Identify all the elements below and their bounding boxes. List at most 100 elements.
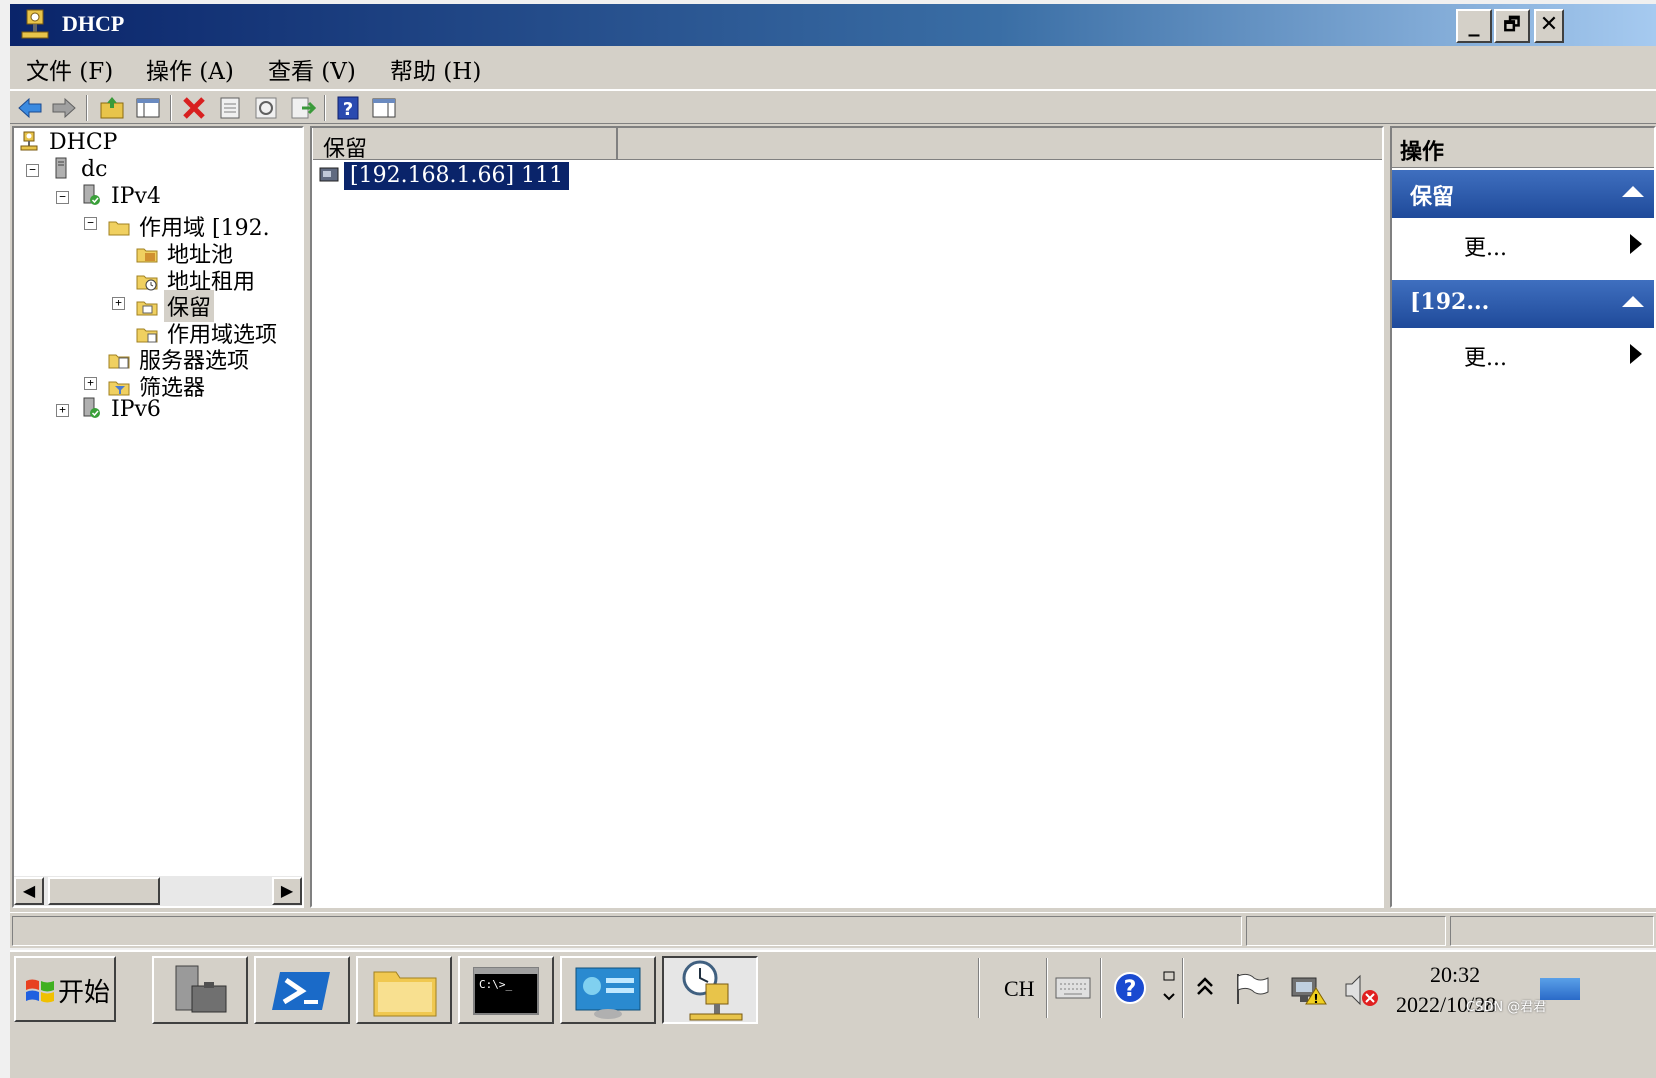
svg-text:?: ? xyxy=(1124,977,1137,1002)
watermark: CSDN @君君 xyxy=(1466,1000,1547,1015)
tree-node-reservations[interactable]: 保留 xyxy=(136,290,215,322)
toolbar: ? xyxy=(10,90,1656,124)
folder-icon xyxy=(373,971,437,1017)
taskbar-server-manager[interactable] xyxy=(152,956,248,1024)
control-panel-icon xyxy=(575,967,641,1019)
help-circle-icon[interactable]: ? xyxy=(1112,970,1148,1006)
expander-dc[interactable]: − xyxy=(26,164,39,177)
tree-node-scope-options[interactable]: 作用域选项 xyxy=(136,317,280,348)
show-hidden-icons-icon[interactable] xyxy=(1194,974,1216,1002)
server-options-icon xyxy=(108,354,130,369)
svg-text:!: ! xyxy=(1313,992,1318,1006)
taskbar-dhcp[interactable] xyxy=(662,956,758,1024)
windows-logo-icon xyxy=(26,979,54,1003)
submenu-arrow-icon xyxy=(1630,344,1642,364)
tree-node-scope[interactable]: 作用域 [192. xyxy=(108,210,273,241)
dhcp-taskbar-icon xyxy=(682,960,743,1021)
language-indicator[interactable]: CH xyxy=(1004,976,1035,1002)
scroll-thumb[interactable] xyxy=(48,877,160,905)
command-prompt-icon: C:\>_ xyxy=(473,967,539,1015)
properties-icon[interactable] xyxy=(216,94,244,122)
expander-scope[interactable]: − xyxy=(84,217,97,230)
restore-button[interactable]: 🗗 xyxy=(1494,9,1530,43)
actions-header: 操作 xyxy=(1392,128,1654,168)
refresh-icon[interactable] xyxy=(252,94,280,122)
expander-ipv6[interactable]: + xyxy=(56,404,69,417)
start-button[interactable]: 开始 xyxy=(14,956,116,1022)
svg-text:C:\>_: C:\>_ xyxy=(479,978,512,991)
up-folder-icon[interactable] xyxy=(98,94,126,122)
tree-node-address-pool[interactable]: 地址池 xyxy=(136,237,236,268)
expander-ipv4[interactable]: − xyxy=(56,191,69,204)
show-hide-tree-icon[interactable] xyxy=(134,94,162,122)
tree-node-dhcp[interactable]: DHCP xyxy=(18,130,120,157)
more-actions-link[interactable]: 更... xyxy=(1464,340,1507,372)
action-section-reservations[interactable]: 保留 xyxy=(1392,170,1654,218)
menu-help[interactable]: 帮助 (H) xyxy=(390,52,481,86)
reservations-folder-icon xyxy=(136,301,158,316)
scope-folder-icon xyxy=(108,221,130,236)
server-manager-icon xyxy=(175,965,227,1013)
title-bar: DHCP _ 🗗 ✕ xyxy=(10,4,1656,46)
dhcp-app-icon xyxy=(21,9,49,39)
svg-text:?: ? xyxy=(343,99,353,120)
close-button[interactable]: ✕ xyxy=(1534,9,1564,43)
dhcp-root-icon xyxy=(20,131,38,151)
list-header: 保留 xyxy=(312,128,1382,162)
status-cell xyxy=(12,916,1242,946)
forward-icon[interactable] xyxy=(50,94,78,122)
address-pool-icon xyxy=(136,248,158,263)
tree-node-ipv4[interactable]: IPv4 xyxy=(80,184,164,211)
tree-node-filters[interactable]: 筛选器 xyxy=(108,370,208,401)
tree-node-dc[interactable]: dc xyxy=(50,157,110,184)
menu-view[interactable]: 查看 (V) xyxy=(268,52,356,86)
taskbar-powershell[interactable] xyxy=(254,956,350,1024)
collapse-icon[interactable] xyxy=(1622,296,1644,307)
scroll-left-button[interactable]: ◀ xyxy=(14,877,44,905)
network-warning-icon[interactable]: ! xyxy=(1288,970,1328,1008)
show-desktop-button[interactable] xyxy=(1540,978,1580,1000)
scope-options-icon xyxy=(136,328,158,343)
tree-node-server-options[interactable]: 服务器选项 xyxy=(108,343,252,374)
keyboard-icon[interactable] xyxy=(1054,974,1092,1002)
list-item[interactable]: [192.168.1.66] 111 xyxy=(318,162,570,190)
ipv4-server-icon xyxy=(83,184,100,205)
powershell-icon xyxy=(272,972,330,1010)
status-cell xyxy=(1246,916,1446,946)
tree-horizontal-scrollbar[interactable]: ◀ ▶ xyxy=(14,876,302,906)
delete-icon[interactable] xyxy=(180,94,208,122)
help-icon[interactable]: ? xyxy=(334,94,362,122)
taskbar-explorer[interactable] xyxy=(356,956,452,1024)
tree-node-ipv6[interactable]: IPv6 xyxy=(80,397,164,424)
taskbar-command-prompt[interactable]: C:\>_ xyxy=(458,956,554,1024)
address-leases-icon xyxy=(136,275,158,291)
status-bar xyxy=(10,912,1656,948)
status-cell xyxy=(1450,916,1654,946)
filters-icon xyxy=(108,381,130,396)
collapse-icon[interactable] xyxy=(1622,186,1644,197)
submenu-arrow-icon xyxy=(1630,234,1642,254)
reservation-label: [192.168.1.66] 111 xyxy=(344,162,570,190)
more-actions-link[interactable]: 更... xyxy=(1464,230,1507,262)
export-list-icon[interactable] xyxy=(288,94,316,122)
tree-node-address-leases[interactable]: 地址租用 xyxy=(136,264,258,295)
language-bar-options-icon[interactable] xyxy=(1160,966,1178,1006)
window-title: DHCP xyxy=(62,11,125,36)
scroll-right-button[interactable]: ▶ xyxy=(272,877,302,905)
expander-filters[interactable]: + xyxy=(84,377,97,390)
action-center-flag-icon[interactable] xyxy=(1232,970,1272,1006)
clock-time[interactable]: 20:32 xyxy=(1430,962,1480,988)
show-hide-action-pane-icon[interactable] xyxy=(370,94,398,122)
taskbar-control-panel[interactable] xyxy=(560,956,656,1024)
minimize-button[interactable]: _ xyxy=(1456,9,1492,43)
reservation-icon xyxy=(319,167,339,182)
action-section-selected-reservation[interactable]: [192... xyxy=(1392,280,1654,328)
back-icon[interactable] xyxy=(16,94,44,122)
volume-muted-icon[interactable] xyxy=(1342,972,1382,1008)
expander-reservations[interactable]: + xyxy=(112,297,125,310)
menu-action[interactable]: 操作 (A) xyxy=(146,52,234,86)
results-pane: 保留 [192.168.1.66] 111 xyxy=(310,126,1384,908)
menu-file[interactable]: 文件 (F) xyxy=(26,52,113,86)
column-header-reservations[interactable]: 保留 xyxy=(312,128,618,162)
menu-bar: 文件 (F) 操作 (A) 查看 (V) 帮助 (H) xyxy=(10,46,1656,90)
